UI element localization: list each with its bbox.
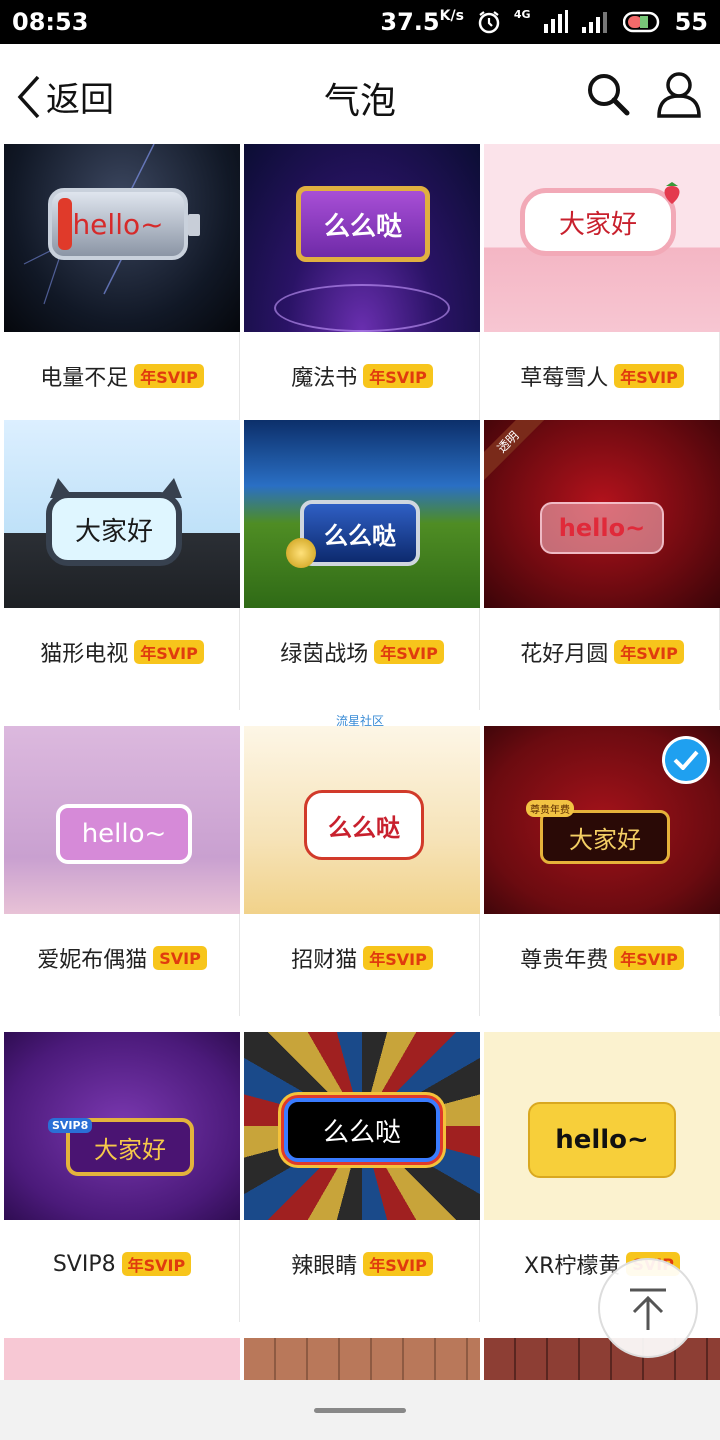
svip-badge: 年SVIP (363, 946, 433, 970)
svip-badge: 年SVIP (614, 364, 684, 388)
bubble-card[interactable]: hello~ 电量不足 年SVIP (4, 144, 240, 434)
battery-icon (622, 11, 659, 33)
svip-badge: 年SVIP (363, 364, 433, 388)
bubble-preview-image: 大家好 (484, 144, 720, 332)
svip-badge: SVIP (153, 946, 207, 970)
network-type: 4G (513, 7, 531, 21)
bubble-preview-image: 么么哒 (244, 1032, 480, 1220)
bubble-sample: 大家好 (46, 492, 182, 566)
bubble-name: 尊贵年费 (520, 948, 609, 973)
bubble-preview-image: 大家好 (4, 420, 240, 608)
bubble-card[interactable]: 么么哒 绿茵战场 年SVIP (244, 420, 480, 710)
bubble-preview-image: 大家好 SVIP8 (4, 1032, 240, 1220)
bubble-card[interactable]: hello~ 爱妮布偶猫 SVIP (4, 726, 240, 1016)
bubble-sample: 大家好 (520, 188, 676, 256)
bubble-sample: 么么哒 (284, 1098, 440, 1162)
back-button[interactable]: 返回 (16, 72, 114, 121)
svip-badge: 年SVIP (614, 640, 684, 664)
bubble-sample: 么么哒 (304, 790, 424, 860)
bubble-sample: 么么哒 (296, 186, 430, 262)
bubble-name: 猫形电视 (40, 642, 129, 667)
crown-label: SVIP8 (48, 1118, 93, 1133)
network-speed: 37.5K/s (380, 8, 464, 36)
transparent-tag: 透明 (484, 420, 544, 480)
bubble-sample: 么么哒 (300, 500, 420, 566)
alarm-icon (478, 11, 500, 34)
bubble-name: SVIP8 (52, 1251, 116, 1277)
bubble-card[interactable]: 大家好 SVIP8 SVIP8 年SVIP (4, 1032, 240, 1322)
status-time: 08:53 (12, 8, 89, 36)
bubble-sample: hello~ (56, 804, 192, 864)
bubble-name: 电量不足 (40, 366, 129, 391)
bubble-sample: hello~ (540, 502, 664, 554)
svip-badge: 年SVIP (121, 1252, 192, 1276)
cat-ears-icon (50, 478, 182, 498)
search-icon[interactable] (586, 72, 630, 116)
bubble-preview-image: 么么哒 (244, 726, 480, 914)
signal-2-icon (581, 12, 607, 33)
bubble-preview-image: hello~ (4, 144, 240, 332)
battery-level: 55 (674, 8, 708, 36)
back-label: 返回 (46, 80, 114, 120)
bubble-name: 辣眼睛 (291, 1254, 358, 1279)
bubble-sample: hello~ (48, 188, 188, 260)
bubble-preview-image: 么么哒 (244, 420, 480, 608)
bubble-preview-image[interactable] (4, 1338, 240, 1380)
svip-badge: 年SVIP (363, 1252, 433, 1276)
svip-badge: 年SVIP (614, 946, 684, 970)
watermark-text: 流星社区 (335, 714, 384, 728)
bubble-card[interactable]: 大家好 草莓雪人 年SVIP (484, 144, 720, 434)
bubble-sample: hello~ (528, 1102, 676, 1178)
bubble-sample: 大家好 (540, 810, 670, 864)
bubble-card[interactable]: 么么哒 招财猫 年SVIP (244, 726, 480, 1016)
system-nav-bar (0, 1380, 720, 1440)
bubble-name: 绿茵战场 (280, 642, 369, 667)
bubble-name: 爱妮布偶猫 (37, 948, 148, 973)
scroll-to-top-button[interactable] (598, 1258, 698, 1358)
nav-bar: 返回 气泡 (0, 44, 720, 144)
arrow-up-icon (630, 1288, 666, 1330)
svip-badge: 年SVIP (374, 640, 444, 664)
bubble-name: XR柠檬黄 (524, 1254, 621, 1279)
chevron-left-icon (17, 75, 40, 118)
svip-badge: 年SVIP (134, 640, 204, 664)
bubble-name: 招财猫 (291, 948, 358, 973)
bubble-name: 草莓雪人 (520, 366, 609, 391)
selected-check-icon (662, 736, 710, 784)
bubble-name: 魔法书 (291, 366, 358, 391)
bubble-preview-image: 么么哒 (244, 144, 480, 332)
bubble-preview-image[interactable] (484, 1338, 720, 1380)
svip-badge: 年SVIP (134, 364, 204, 388)
user-icon[interactable] (656, 70, 702, 118)
crown-label: 尊贵年费 (526, 800, 574, 817)
bubble-card[interactable]: 大家好 猫形电视 年SVIP (4, 420, 240, 710)
bubble-preview-image: hello~ (4, 726, 240, 914)
bubble-card[interactable]: 么么哒 魔法书 年SVIP (244, 144, 480, 434)
bubble-card[interactable]: 么么哒 辣眼睛 年SVIP (244, 1032, 480, 1322)
home-indicator[interactable] (314, 1408, 406, 1413)
bubble-preview-image: hello~ (484, 1032, 720, 1220)
bubble-name: 花好月圆 (520, 642, 609, 667)
status-bar: 08:53 37.5K/s 4G 55 (0, 0, 720, 44)
strawberry-icon (664, 182, 680, 204)
bubble-preview-image[interactable] (244, 1338, 480, 1380)
signal-icon (543, 10, 568, 33)
